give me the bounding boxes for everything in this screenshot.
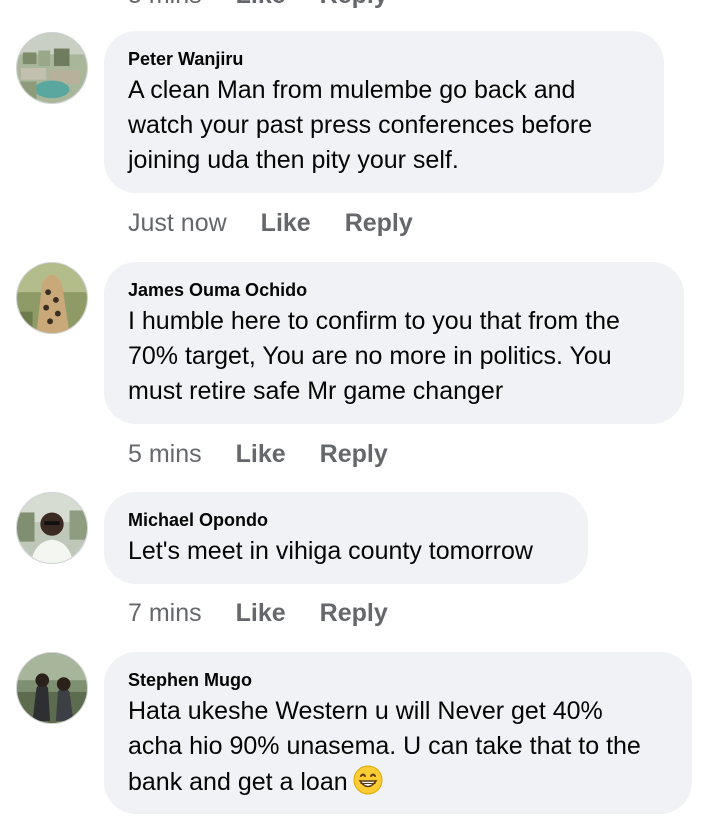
grinning-face-emoji — [352, 764, 384, 806]
like-button[interactable]: Like — [236, 440, 286, 469]
avatar[interactable] — [16, 652, 88, 724]
reply-button[interactable]: Reply — [320, 0, 388, 10]
comment-bubble: James Ouma Ochido I humble here to confi… — [104, 262, 684, 424]
comment-text: A clean Man from mulembe go back and wat… — [128, 76, 593, 174]
like-button[interactable]: Like — [236, 0, 286, 10]
comment-text-content: Hata ukeshe Western u will Never get 40%… — [128, 697, 641, 796]
like-button[interactable]: Like — [236, 599, 286, 628]
comment-author[interactable]: James Ouma Ochido — [128, 278, 660, 302]
comment-time: 5 mins — [128, 439, 202, 468]
comment-time: 7 mins — [128, 598, 202, 627]
comment-author[interactable]: Peter Wanjiru — [128, 47, 640, 71]
avatar-photo — [17, 263, 87, 333]
reply-button[interactable]: Reply — [320, 440, 388, 469]
avatar-photo — [17, 493, 87, 563]
comment-text: Let's meet in vihiga county tomorrow — [128, 537, 533, 565]
comment-author[interactable]: Michael Opondo — [128, 508, 564, 532]
comment-bubble: Stephen Mugo Hata ukeshe Western u will … — [104, 652, 692, 814]
comment-bubble: Michael Opondo Let's meet in vihiga coun… — [104, 492, 588, 584]
comment-text: I humble here to confirm to you that fro… — [128, 307, 620, 405]
comment-actions: Just now Like Reply — [128, 208, 413, 238]
avatar[interactable] — [16, 32, 88, 104]
avatar[interactable] — [16, 262, 88, 334]
reply-button[interactable]: Reply — [345, 209, 413, 238]
previous-comment-actions: 5 mins Like Reply — [128, 0, 388, 9]
comment-author[interactable]: Stephen Mugo — [128, 668, 668, 692]
reply-button[interactable]: Reply — [320, 599, 388, 628]
comment-actions: 7 mins Like Reply — [128, 598, 388, 628]
comment-text: Hata ukeshe Western u will Never get 40%… — [128, 694, 668, 806]
comment-actions: 5 mins Like Reply — [128, 439, 388, 469]
avatar-photo — [17, 653, 87, 723]
comment-time: Just now — [128, 208, 227, 237]
like-button[interactable]: Like — [261, 209, 311, 238]
avatar[interactable] — [16, 492, 88, 564]
comment-bubble: Peter Wanjiru A clean Man from mulembe g… — [104, 31, 664, 193]
avatar-photo — [17, 33, 87, 103]
comment-time: 5 mins — [128, 0, 202, 10]
